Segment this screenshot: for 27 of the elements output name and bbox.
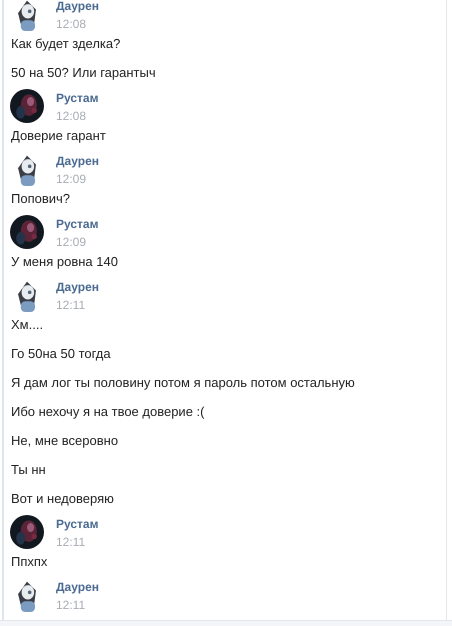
message-time: 12:11 — [56, 597, 86, 613]
message-time: 12:08 — [56, 108, 88, 124]
message-text: Ибо нехочу я на твое доверие :( — [10, 404, 206, 420]
message-text: Как будет зделка? — [10, 36, 122, 52]
message-text: Попович? — [10, 191, 72, 207]
message-text: 50 на 50? Или гарантыч — [10, 65, 157, 81]
message-text: У меня ровна 140 — [10, 254, 119, 270]
message-time: 12:09 — [56, 234, 88, 250]
message-text: Вот и недоверяю — [10, 491, 115, 507]
author-name[interactable]: Даурен — [56, 280, 99, 295]
author-name[interactable]: Даурен — [56, 580, 99, 595]
message-text: Го 50на 50 тогда — [10, 346, 112, 362]
author-name[interactable]: Даурен — [56, 154, 99, 169]
author-name[interactable]: Рустам — [56, 517, 98, 532]
message-time: 12:11 — [56, 297, 86, 313]
message-text: Доверие гарант — [10, 128, 107, 144]
message-text: Хм.... — [10, 317, 44, 333]
message-time: 12:08 — [56, 16, 88, 32]
message-time: 12:09 — [56, 171, 88, 187]
message-text: Я дам лог ты половину потом я пароль потом остальную — [10, 375, 356, 391]
message-time: 12:11 — [56, 534, 86, 550]
message-text: Ппхпх — [10, 554, 48, 570]
author-name[interactable]: Даурен — [56, 0, 99, 14]
author-name[interactable]: Рустам — [56, 91, 98, 106]
message-text: Ты нн — [10, 462, 47, 478]
message-text: Не, мне всеровно — [10, 433, 120, 449]
author-name[interactable]: Рустам — [56, 217, 98, 232]
